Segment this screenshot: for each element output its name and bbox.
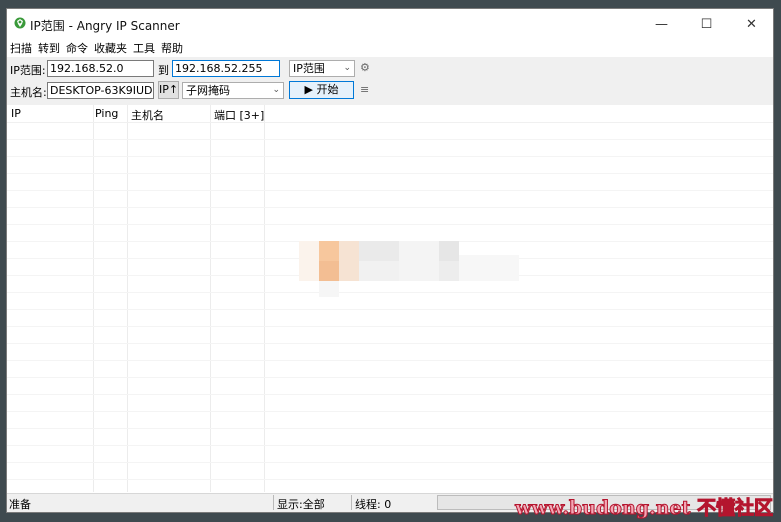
status-ready: 准备 (9, 498, 31, 511)
watermark: www.budong.net 不懂社区 (515, 497, 774, 520)
start-button[interactable]: ▶ 开始 (289, 81, 354, 99)
table-row (7, 462, 773, 463)
minimize-button[interactable]: — (639, 9, 684, 39)
table-header: IP Ping 主机名 端口 [3+] (7, 105, 773, 123)
window-title: IP范围 - Angry IP Scanner (30, 19, 180, 33)
loading-block (299, 241, 319, 281)
status-display[interactable]: 显示:全部 (277, 496, 325, 512)
loading-block (439, 261, 459, 281)
maximize-button[interactable]: ☐ (684, 9, 729, 39)
loading-block (319, 281, 339, 297)
feeder-select-value: IP范围 (293, 62, 325, 75)
column-divider (93, 105, 94, 492)
to-label: 到 (158, 64, 169, 77)
loading-block (399, 241, 439, 281)
column-divider (127, 105, 128, 492)
table-row (7, 411, 773, 412)
column-header-ping[interactable]: Ping (95, 107, 118, 120)
table-row (7, 377, 773, 378)
table-row (7, 224, 773, 225)
netmask-select[interactable]: 子网掩码 ⌄ (182, 82, 284, 99)
loading-block (319, 261, 339, 281)
ip-range-label: IP范围: (10, 64, 46, 77)
table-row (7, 190, 773, 191)
chevron-down-icon: ⌄ (343, 63, 351, 73)
hostname-label: 主机名: (10, 86, 47, 99)
status-threads: 线程: 0 (355, 498, 392, 511)
ip-end-input[interactable]: 192.168.52.255 (172, 60, 280, 77)
menu-favorites[interactable]: 收藏夹 (94, 40, 127, 56)
ip-up-button[interactable]: IP↑ (158, 81, 179, 99)
table-row (7, 139, 773, 140)
loading-block (319, 241, 339, 261)
menu-scan[interactable]: 扫描 (10, 40, 32, 56)
loading-block (359, 261, 399, 281)
table-row (7, 360, 773, 361)
table-row (7, 394, 773, 395)
column-divider (210, 105, 211, 492)
menu-goto[interactable]: 转到 (38, 40, 60, 56)
table-row (7, 156, 773, 157)
table-row (7, 428, 773, 429)
close-button[interactable]: ✕ (729, 9, 773, 39)
table-row (7, 445, 773, 446)
results-table: IP Ping 主机名 端口 [3+] (7, 105, 773, 492)
netmask-select-value: 子网掩码 (186, 84, 230, 97)
app-window: IP范围 - Angry IP Scanner — ☐ ✕ 扫描 转到 命令 收… (6, 8, 774, 513)
table-row (7, 479, 773, 480)
loading-block (439, 241, 459, 261)
ip-start-input[interactable]: 192.168.52.0 (47, 60, 154, 77)
column-divider (264, 105, 265, 492)
table-row (7, 326, 773, 327)
gear-icon[interactable]: ⚙ (360, 61, 370, 74)
chevron-down-icon: ⌄ (272, 85, 280, 95)
loading-block (339, 241, 359, 281)
menu-help[interactable]: 帮助 (161, 40, 183, 56)
loading-block (459, 255, 519, 281)
table-row (7, 343, 773, 344)
table-row (7, 173, 773, 174)
list-icon[interactable]: ≡ (360, 83, 369, 96)
title-bar: IP范围 - Angry IP Scanner — ☐ ✕ (7, 9, 773, 39)
menu-tools[interactable]: 工具 (133, 40, 155, 56)
column-header-ip[interactable]: IP (11, 107, 21, 120)
app-logo-icon (14, 17, 26, 29)
menu-commands[interactable]: 命令 (66, 40, 88, 56)
menu-bar: 扫描 转到 命令 收藏夹 工具 帮助 (7, 39, 773, 57)
toolbar: IP范围: 192.168.52.0 到 192.168.52.255 IP范围… (7, 57, 773, 106)
loading-block (359, 241, 399, 261)
table-row (7, 207, 773, 208)
table-row (7, 292, 773, 293)
hostname-input[interactable]: DESKTOP-63K9IUD (47, 82, 154, 99)
column-header-ports[interactable]: 端口 [3+] (214, 107, 264, 123)
status-separator (273, 495, 274, 510)
feeder-select[interactable]: IP范围 ⌄ (289, 60, 355, 77)
status-separator (351, 495, 352, 510)
table-row (7, 309, 773, 310)
column-header-hostname[interactable]: 主机名 (131, 107, 164, 123)
